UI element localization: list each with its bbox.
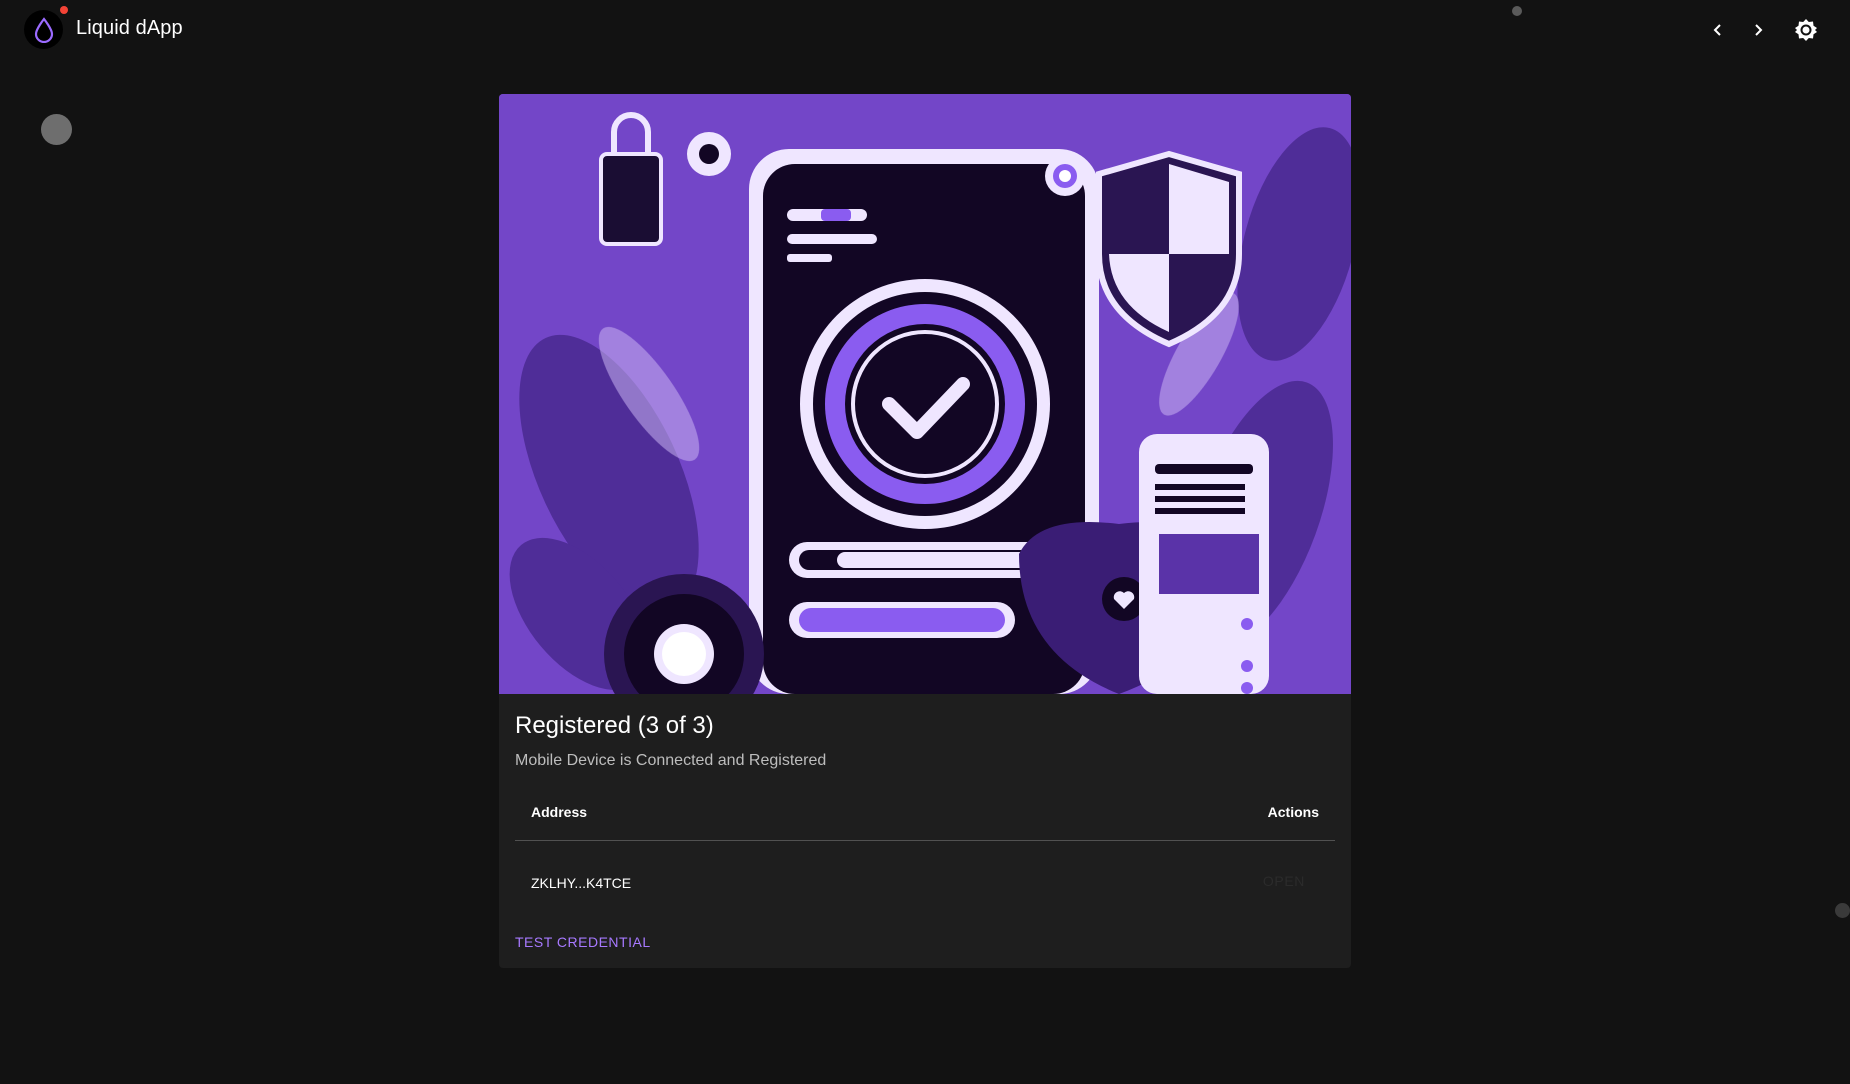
test-credential-button[interactable]: TEST CREDENTIAL (515, 934, 651, 950)
open-button[interactable]: OPEN (1263, 873, 1305, 889)
actions-column-header: Actions (1267, 804, 1319, 820)
address-cell: ZKLHY...K4TCE (531, 875, 632, 891)
card-subtitle: Mobile Device is Connected and Registere… (515, 752, 827, 769)
address-table: Address Actions ZKLHY...K4TCE OPEN (515, 784, 1335, 913)
registration-card: Registered (3 of 3) Mobile Device is Con… (499, 94, 1351, 968)
app-bar: Liquid dApp (0, 0, 1850, 60)
card-title: Registered (3 of 3) (515, 712, 714, 739)
scroll-indicator[interactable] (1835, 903, 1850, 918)
droplet-icon (34, 16, 53, 43)
status-dot (1512, 6, 1522, 16)
back-button[interactable] (1700, 12, 1736, 48)
theme-toggle-button[interactable] (1788, 12, 1824, 48)
brightness-icon (1795, 19, 1817, 41)
app-title: Liquid dApp (76, 17, 183, 39)
side-indicator[interactable] (41, 114, 72, 145)
address-column-header: Address (531, 804, 588, 820)
chevron-right-icon (1755, 24, 1763, 36)
table-row: ZKLHY...K4TCE OPEN (515, 841, 1335, 913)
app-logo[interactable] (24, 10, 63, 49)
table-header: Address Actions (515, 784, 1335, 841)
chevron-left-icon (1713, 24, 1721, 36)
forward-button[interactable] (1740, 12, 1776, 48)
notification-badge (60, 6, 68, 14)
verified-device-illustration (499, 94, 1351, 694)
